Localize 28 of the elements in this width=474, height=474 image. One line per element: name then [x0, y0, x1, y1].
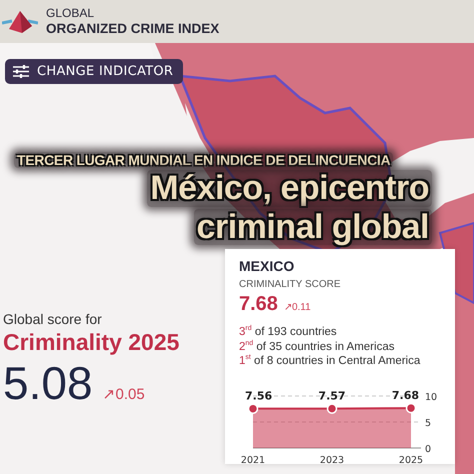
score-title: Criminality 2025 — [3, 329, 180, 356]
axis-label: 2025 — [398, 455, 424, 466]
country-name: MEXICO — [239, 258, 296, 274]
axis-label: 10 — [425, 392, 438, 404]
pyramid-logo-icon — [2, 10, 38, 34]
axis-label: 2021 — [240, 455, 266, 466]
brand-title: ORGANIZED CRIME INDEX — [46, 20, 220, 36]
value-label: 7.68 — [392, 389, 419, 402]
score-label: Global score for — [3, 311, 103, 328]
value-label: 7.57 — [318, 390, 346, 403]
change-indicator-button[interactable]: CHANGE INDICATOR — [5, 59, 184, 84]
score-change: ↗0.11 — [284, 301, 311, 314]
metric-label: CRIMINALITY SCORE — [239, 279, 342, 290]
global-score: 5.08 — [3, 356, 93, 410]
rank-text: 2$^{nd}$ of 35 countries in Americas — [239, 340, 396, 354]
rank-text: 3$^{rd}$ of 193 countries — [239, 325, 338, 340]
sliders-icon — [13, 65, 29, 78]
data-point — [248, 404, 258, 414]
axis-label: 0 — [425, 444, 432, 456]
data-point — [406, 403, 416, 414]
axis-label: 2023 — [320, 455, 344, 466]
rank-text: 1$^{st}$ of 8 countries in Central America — [239, 354, 422, 368]
value-label: 7.56 — [245, 390, 272, 403]
score-change: ↗0.05 — [102, 385, 145, 404]
axis-label: 5 — [425, 418, 432, 430]
country-score: 7.68 — [239, 293, 278, 316]
brand-label: GLOBAL — [46, 6, 96, 21]
data-point — [326, 404, 338, 414]
